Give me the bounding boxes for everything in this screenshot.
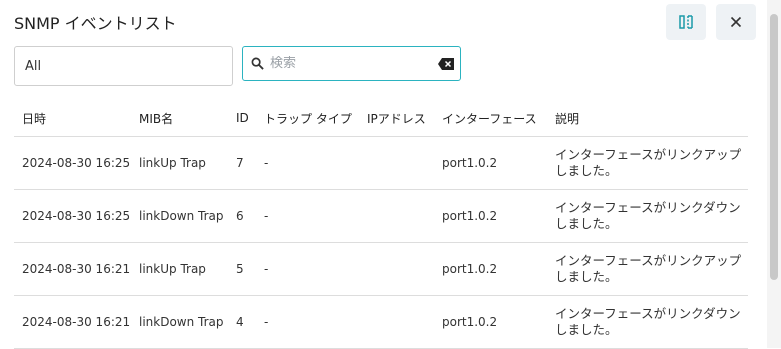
cell-datetime: 2024-08-30 16:21 [14, 295, 131, 349]
cell-description: インターフェースがリンクアップしました。 [547, 242, 748, 296]
cell-description: インターフェースがリンクアップしました。 [547, 136, 748, 190]
cell-ip-address [359, 295, 434, 349]
cell-datetime: 2024-08-30 16:25 [14, 189, 131, 243]
cell-interface: port1.0.2 [434, 189, 547, 243]
cell-interface: port1.0.2 [434, 136, 547, 190]
cell-ip-address [359, 189, 434, 243]
backspace-icon[interactable] [438, 57, 454, 70]
cell-id: 6 [228, 189, 256, 243]
col-header-description[interactable]: 説明 [547, 100, 748, 137]
filter-select-value: All [25, 58, 42, 74]
cell-datetime: 2024-08-30 16:21 [14, 242, 131, 296]
cell-mib-name: linkDown Trap [131, 295, 228, 349]
cell-trap-type: - [256, 242, 359, 296]
table-row[interactable]: 2024-08-30 16:21 linkUp Trap 5 - port1.0… [14, 242, 748, 296]
col-header-datetime[interactable]: 日時 [14, 100, 131, 137]
cell-id: 7 [228, 136, 256, 190]
cell-interface: port1.0.2 [434, 242, 547, 296]
search-input[interactable] [270, 56, 438, 71]
cell-mib-name: linkDown Trap [131, 189, 228, 243]
cell-trap-type: - [256, 295, 359, 349]
close-button[interactable] [716, 4, 756, 40]
close-icon [730, 16, 742, 28]
filter-select[interactable]: All [14, 46, 233, 86]
cell-interface: port1.0.2 [434, 295, 547, 349]
vertical-scrollbar[interactable] [767, 0, 781, 348]
column-settings-button[interactable] [666, 4, 706, 40]
search-icon [251, 57, 264, 70]
col-header-mib-name[interactable]: MIB名 [131, 100, 228, 137]
table-row[interactable]: 2024-08-30 16:21 linkDown Trap 4 - port1… [14, 295, 748, 349]
cell-id: 4 [228, 295, 256, 349]
table-row[interactable]: 2024-08-30 16:25 linkUp Trap 7 - port1.0… [14, 136, 748, 190]
col-header-id[interactable]: ID [228, 100, 256, 137]
cell-datetime: 2024-08-30 16:25 [14, 136, 131, 190]
col-header-trap-type[interactable]: トラップ タイプ [256, 100, 359, 137]
scrollbar-thumb[interactable] [770, 14, 778, 280]
table-header-row: 日時 MIB名 ID トラップ タイプ IPアドレス インターフェース 説明 [14, 100, 748, 137]
col-header-ip-address[interactable]: IPアドレス [359, 100, 434, 137]
cell-description: インターフェースがリンクダウンしました。 [547, 295, 748, 349]
columns-icon [679, 15, 693, 29]
event-table: 日時 MIB名 ID トラップ タイプ IPアドレス インターフェース 説明 2… [14, 100, 748, 349]
table-row[interactable]: 2024-08-30 16:25 linkDown Trap 6 - port1… [14, 189, 748, 243]
dialog-title: SNMP イベントリスト [14, 14, 177, 33]
cell-mib-name: linkUp Trap [131, 136, 228, 190]
cell-ip-address [359, 136, 434, 190]
cell-mib-name: linkUp Trap [131, 242, 228, 296]
cell-id: 5 [228, 242, 256, 296]
cell-trap-type: - [256, 136, 359, 190]
search-field[interactable] [242, 46, 461, 81]
col-header-interface[interactable]: インターフェース [434, 100, 547, 137]
cell-trap-type: - [256, 189, 359, 243]
cell-ip-address [359, 242, 434, 296]
cell-description: インターフェースがリンクダウンしました。 [547, 189, 748, 243]
